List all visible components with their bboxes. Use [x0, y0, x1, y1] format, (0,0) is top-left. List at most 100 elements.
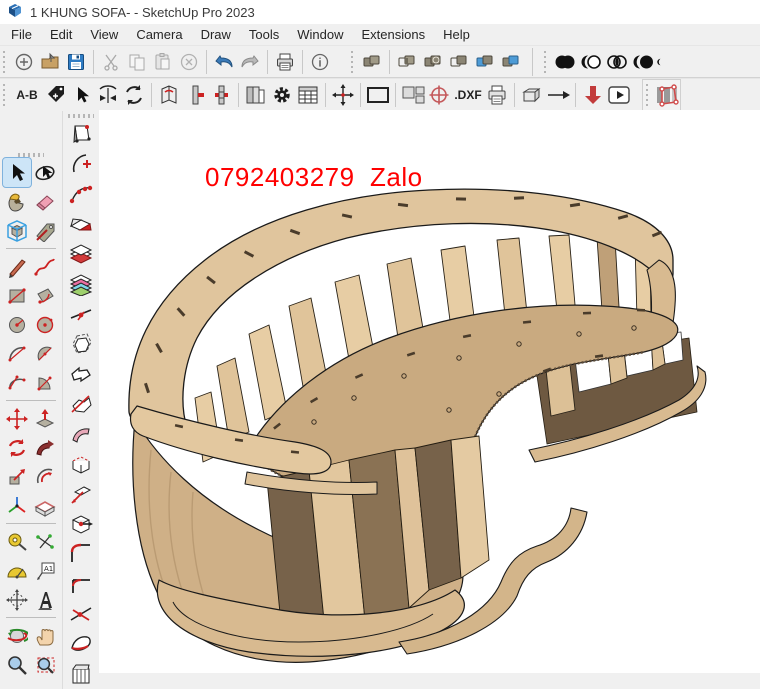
plugin-column-grip[interactable]	[68, 114, 94, 118]
move-cross-icon[interactable]	[330, 82, 356, 108]
venn-intersect-icon[interactable]	[604, 49, 630, 75]
rectangle-tool-icon[interactable]	[365, 82, 391, 108]
paint-bucket-icon[interactable]	[3, 187, 31, 216]
print2-icon[interactable]	[484, 82, 510, 108]
gear-icon[interactable]	[269, 82, 295, 108]
nesting-icon[interactable]	[243, 82, 269, 108]
pan-icon[interactable]	[31, 621, 59, 650]
arc-plus-icon[interactable]	[66, 149, 96, 179]
layers-color-icon[interactable]	[66, 269, 96, 299]
freehand-icon[interactable]	[31, 252, 59, 281]
venn-subtract-icon[interactable]	[578, 49, 604, 75]
union-icon[interactable]	[420, 49, 446, 75]
paste-icon[interactable]	[150, 49, 176, 75]
solid-tools-grip[interactable]	[351, 51, 356, 73]
select-arrow-icon[interactable]	[69, 82, 95, 108]
delete-icon[interactable]	[176, 49, 202, 75]
hexagon-dashed-icon[interactable]	[66, 329, 96, 359]
menu-extensions[interactable]: Extensions	[353, 25, 435, 44]
rectangle-icon[interactable]	[3, 281, 31, 310]
save-icon[interactable]	[63, 49, 89, 75]
menu-view[interactable]: View	[81, 25, 127, 44]
joint-mid-icon[interactable]	[208, 82, 234, 108]
venn-trim-icon[interactable]	[630, 49, 656, 75]
polygon-select-icon[interactable]	[654, 82, 680, 108]
select-tool-icon[interactable]	[3, 158, 31, 187]
drawing-canvas[interactable]: 0792403279 Zalo	[99, 110, 760, 673]
new-icon[interactable]	[11, 49, 37, 75]
cage-box-icon[interactable]	[66, 659, 96, 689]
blob-edge-icon[interactable]	[66, 629, 96, 659]
pie-icon[interactable]	[31, 339, 59, 368]
rotate-icon[interactable]	[3, 433, 31, 462]
scale-icon[interactable]	[3, 462, 31, 491]
follow-me-icon[interactable]	[31, 433, 59, 462]
layers-red-icon[interactable]	[66, 239, 96, 269]
axes-icon[interactable]	[3, 491, 31, 520]
orbit-select-icon[interactable]	[31, 158, 59, 187]
export-box-icon[interactable]	[519, 82, 545, 108]
arrow-shape-icon[interactable]	[66, 359, 96, 389]
print-icon[interactable]	[272, 49, 298, 75]
play-icon[interactable]	[606, 82, 632, 108]
circle-icon[interactable]	[3, 310, 31, 339]
plugins-grip[interactable]	[3, 84, 8, 106]
bezier-icon[interactable]	[66, 179, 96, 209]
rotated-rectangle-icon[interactable]	[31, 281, 59, 310]
line-point-icon[interactable]	[66, 299, 96, 329]
cutlist-grid-icon[interactable]	[295, 82, 321, 108]
ab-tool[interactable]: A-B	[11, 82, 43, 108]
make-component-icon[interactable]	[3, 216, 31, 245]
box-point-icon[interactable]	[66, 509, 96, 539]
menu-window[interactable]: Window	[288, 25, 352, 44]
menu-file[interactable]: File	[2, 25, 41, 44]
undo-icon[interactable]	[211, 49, 237, 75]
axes-compass-icon[interactable]	[3, 585, 31, 614]
unfold-icon[interactable]	[156, 82, 182, 108]
arc2-icon[interactable]	[3, 368, 31, 397]
outer-shell-icon[interactable]	[359, 49, 385, 75]
menu-draw[interactable]: Draw	[192, 25, 240, 44]
eraser-icon[interactable]	[31, 187, 59, 216]
venn-toolbar-grip[interactable]	[544, 51, 549, 73]
large-tool-set-grip[interactable]	[18, 153, 44, 157]
offset-icon[interactable]	[31, 462, 59, 491]
text3d-icon[interactable]	[31, 585, 59, 614]
knife-box-icon[interactable]	[66, 479, 96, 509]
rotate-sync-icon[interactable]	[121, 82, 147, 108]
joint-left-icon[interactable]	[182, 82, 208, 108]
zoom-window-icon[interactable]	[31, 650, 59, 679]
arc-icon[interactable]	[3, 339, 31, 368]
tape-measure-icon[interactable]	[3, 527, 31, 556]
cut-icon[interactable]	[98, 49, 124, 75]
section-plane-icon[interactable]	[31, 491, 59, 520]
fillet-icon[interactable]	[66, 539, 96, 569]
orbit-icon[interactable]	[3, 621, 31, 650]
model-info-icon[interactable]	[307, 49, 333, 75]
protractor-icon[interactable]	[3, 556, 31, 585]
redo-icon[interactable]	[237, 49, 263, 75]
corner-icon[interactable]	[66, 569, 96, 599]
download-red-icon[interactable]	[580, 82, 606, 108]
fold-red-icon[interactable]	[66, 209, 96, 239]
polygon-icon[interactable]	[31, 310, 59, 339]
copy-icon[interactable]	[124, 49, 150, 75]
layout-panels-icon[interactable]	[400, 82, 426, 108]
venn-union-icon[interactable]	[552, 49, 578, 75]
dxf-tool[interactable]: .DXF	[452, 82, 484, 108]
subtract-icon[interactable]	[446, 49, 472, 75]
flip-icon[interactable]	[95, 82, 121, 108]
push-pull-icon[interactable]	[31, 404, 59, 433]
intersect-icon[interactable]	[394, 49, 420, 75]
arrow-right-icon[interactable]	[545, 82, 571, 108]
note-pins-icon[interactable]	[66, 119, 96, 149]
venn-partial-icon[interactable]	[656, 49, 668, 75]
open-icon[interactable]	[37, 49, 63, 75]
dimension-icon[interactable]	[31, 527, 59, 556]
axes-target-icon[interactable]	[426, 82, 452, 108]
tag-plus-icon[interactable]	[43, 82, 69, 108]
menu-help[interactable]: Help	[434, 25, 479, 44]
toolbar-grip[interactable]	[3, 51, 8, 73]
line-pencil-icon[interactable]	[3, 252, 31, 281]
menu-tools[interactable]: Tools	[240, 25, 288, 44]
